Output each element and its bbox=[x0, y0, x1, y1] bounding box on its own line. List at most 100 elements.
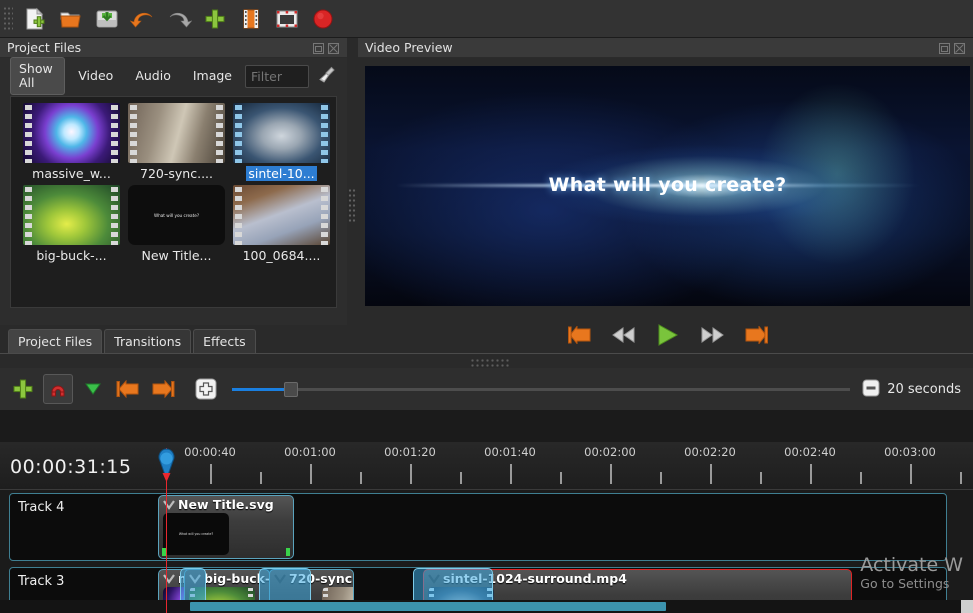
zoom-slider-handle[interactable] bbox=[284, 381, 298, 397]
add-track-button[interactable] bbox=[8, 374, 38, 404]
ruler-tick-major bbox=[610, 464, 612, 484]
clip-title: sintel-1024-surround.mp4 bbox=[443, 571, 627, 586]
ruler-tick-major bbox=[310, 464, 312, 484]
horizontal-splitter-handle[interactable] bbox=[470, 358, 510, 368]
filter-show-all-button[interactable]: Show All bbox=[10, 57, 66, 95]
filter-audio-button[interactable]: Audio bbox=[126, 64, 180, 88]
file-name: big-buck-... bbox=[36, 248, 107, 263]
filter-video-button[interactable]: Video bbox=[69, 64, 122, 88]
clip-thumbnail-text: What will you create? bbox=[178, 532, 214, 536]
file-thumbnail[interactable] bbox=[23, 103, 120, 163]
save-project-icon[interactable] bbox=[92, 4, 122, 34]
track-label: Track 4 bbox=[18, 500, 65, 515]
timeline-ruler[interactable]: 00:00:40 00:01:00 00:01:20 00:01:40 00:0… bbox=[0, 442, 973, 490]
panel-tabs: Project Files Transitions Effects bbox=[0, 328, 347, 354]
toolbar-drag-handle[interactable] bbox=[3, 5, 13, 32]
playback-controls bbox=[365, 316, 970, 354]
clip-keyframe-marker bbox=[286, 548, 290, 556]
center-playhead-button[interactable] bbox=[191, 374, 221, 404]
zoom-slider[interactable] bbox=[232, 381, 851, 397]
main-toolbar bbox=[0, 0, 973, 38]
ruler-tick-minor bbox=[860, 472, 862, 484]
new-project-icon[interactable] bbox=[20, 4, 50, 34]
add-marker-button[interactable] bbox=[78, 374, 108, 404]
chevron-down-icon[interactable] bbox=[162, 498, 176, 511]
profile-icon[interactable] bbox=[236, 4, 266, 34]
file-item[interactable]: massive_w... bbox=[19, 103, 124, 181]
title-card-text: What will you create? bbox=[153, 212, 200, 218]
timeline-clip[interactable]: New Title.svg What will you create? bbox=[158, 495, 294, 559]
close-panel-icon[interactable] bbox=[328, 42, 339, 54]
rewind-button[interactable] bbox=[611, 324, 637, 346]
filter-search-input[interactable] bbox=[245, 64, 309, 88]
chevron-down-icon[interactable] bbox=[188, 572, 202, 585]
ruler-label: 00:03:00 bbox=[884, 445, 936, 459]
jump-to-end-button[interactable] bbox=[743, 324, 769, 346]
file-item[interactable]: 720-sync.... bbox=[124, 103, 229, 181]
close-panel-icon[interactable] bbox=[954, 42, 965, 54]
filter-image-button[interactable]: Image bbox=[184, 64, 241, 88]
scrollbar-right-edge[interactable] bbox=[961, 600, 973, 613]
track-label: Track 3 bbox=[18, 574, 65, 589]
fullscreen-icon[interactable] bbox=[272, 4, 302, 34]
previous-marker-button[interactable] bbox=[113, 374, 143, 404]
redo-icon[interactable] bbox=[164, 4, 194, 34]
ruler-tick-minor bbox=[460, 472, 462, 484]
video-preview-surface[interactable]: What will you create? bbox=[365, 66, 970, 306]
clip-thumbnail: What will you create? bbox=[163, 513, 229, 555]
playhead-handle[interactable] bbox=[155, 448, 178, 482]
ruler-tick-minor bbox=[360, 472, 362, 484]
file-name: massive_w... bbox=[32, 166, 111, 181]
ruler-tick-major bbox=[710, 464, 712, 484]
scrollbar-thumb[interactable] bbox=[190, 602, 666, 611]
chevron-down-icon[interactable] bbox=[427, 572, 441, 585]
file-thumbnail[interactable] bbox=[233, 185, 330, 245]
file-thumbnail[interactable]: What will you create? bbox=[128, 185, 225, 245]
export-video-icon[interactable] bbox=[308, 4, 338, 34]
play-button[interactable] bbox=[655, 324, 681, 346]
ruler-label: 00:00:40 bbox=[184, 445, 236, 459]
file-name: New Title... bbox=[141, 248, 212, 263]
ruler-label: 00:01:20 bbox=[384, 445, 436, 459]
float-panel-icon[interactable] bbox=[939, 42, 950, 54]
playhead[interactable] bbox=[158, 448, 175, 613]
chevron-down-icon[interactable] bbox=[273, 572, 287, 585]
file-thumbnail[interactable] bbox=[23, 185, 120, 245]
open-project-icon[interactable] bbox=[56, 4, 86, 34]
tab-transitions[interactable]: Transitions bbox=[104, 329, 192, 354]
file-item[interactable]: sintel-10... bbox=[229, 103, 334, 181]
file-thumbnail[interactable] bbox=[233, 103, 330, 163]
timeline-toolbar: 20 seconds bbox=[0, 368, 973, 410]
zoom-level-icon[interactable] bbox=[862, 379, 880, 400]
project-files-grid[interactable]: massive_w... 720-sync.... sintel-10... b… bbox=[10, 96, 337, 308]
timeline-track[interactable]: Track 4 New Title.svg What will you crea… bbox=[9, 493, 947, 561]
tab-effects[interactable]: Effects bbox=[193, 329, 256, 354]
file-item[interactable]: What will you create? New Title... bbox=[124, 185, 229, 263]
snapping-button[interactable] bbox=[43, 374, 73, 404]
float-panel-icon[interactable] bbox=[313, 42, 324, 54]
ruler-label: 00:02:00 bbox=[584, 445, 636, 459]
jump-to-start-button[interactable] bbox=[567, 324, 593, 346]
timeline-horizontal-scrollbar[interactable] bbox=[0, 600, 973, 613]
ruler-divider bbox=[0, 489, 973, 490]
broom-icon[interactable] bbox=[317, 65, 337, 88]
ruler-label: 00:01:40 bbox=[484, 445, 536, 459]
tab-project-files[interactable]: Project Files bbox=[8, 329, 103, 354]
ruler-tick-minor bbox=[260, 472, 262, 484]
file-item[interactable]: big-buck-... bbox=[19, 185, 124, 263]
file-thumbnail[interactable] bbox=[128, 103, 225, 163]
project-files-filter-bar: Show All Video Audio Image bbox=[0, 57, 347, 95]
next-marker-button[interactable] bbox=[148, 374, 178, 404]
file-item[interactable]: 100_0684.... bbox=[229, 185, 334, 263]
import-files-icon[interactable] bbox=[200, 4, 230, 34]
fast-forward-button[interactable] bbox=[699, 324, 725, 346]
vertical-splitter-handle[interactable] bbox=[348, 188, 357, 223]
ruler-label: 00:02:20 bbox=[684, 445, 736, 459]
zoom-level-label: 20 seconds bbox=[887, 381, 961, 397]
ruler-tick-minor bbox=[660, 472, 662, 484]
ruler-tick-minor bbox=[760, 472, 762, 484]
ruler-tick-major bbox=[410, 464, 412, 484]
chevron-down-icon[interactable] bbox=[162, 572, 176, 585]
project-files-panel: Project Files Show All Video Audio Image bbox=[0, 38, 347, 325]
undo-icon[interactable] bbox=[128, 4, 158, 34]
